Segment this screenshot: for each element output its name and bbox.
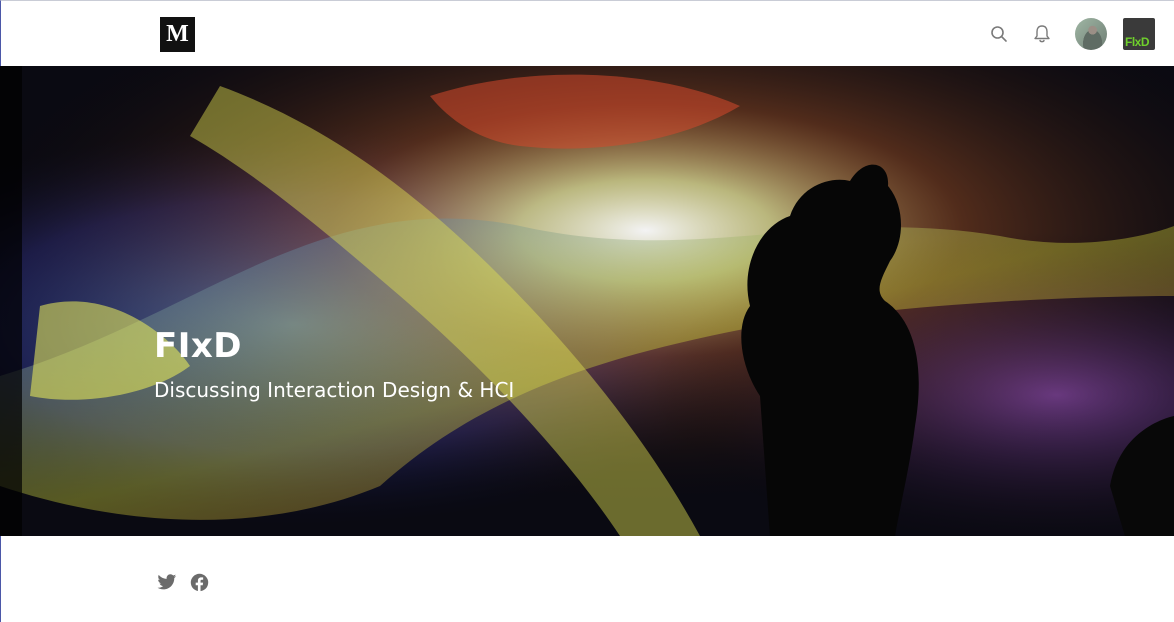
avatar[interactable] (1075, 18, 1107, 50)
medium-logo[interactable]: M (160, 17, 195, 52)
publication-title: FIxD (154, 326, 243, 366)
top-navigation-bar: M FlxD (0, 0, 1174, 66)
twitter-icon[interactable] (156, 571, 178, 593)
publication-thumbnail[interactable]: FlxD (1123, 18, 1155, 50)
hero-background-image (0, 66, 1174, 536)
window-edge (0, 536, 1, 622)
facebook-icon[interactable] (188, 571, 210, 593)
bell-icon[interactable] (1031, 23, 1053, 45)
publication-subtitle: Discussing Interaction Design & HCI (154, 378, 515, 402)
publication-thumbnail-text: FlxD (1125, 35, 1150, 49)
search-icon[interactable] (988, 23, 1010, 45)
hero-banner: FIxD Discussing Interaction Design & HCI (0, 66, 1174, 536)
logo-text: M (166, 21, 189, 47)
